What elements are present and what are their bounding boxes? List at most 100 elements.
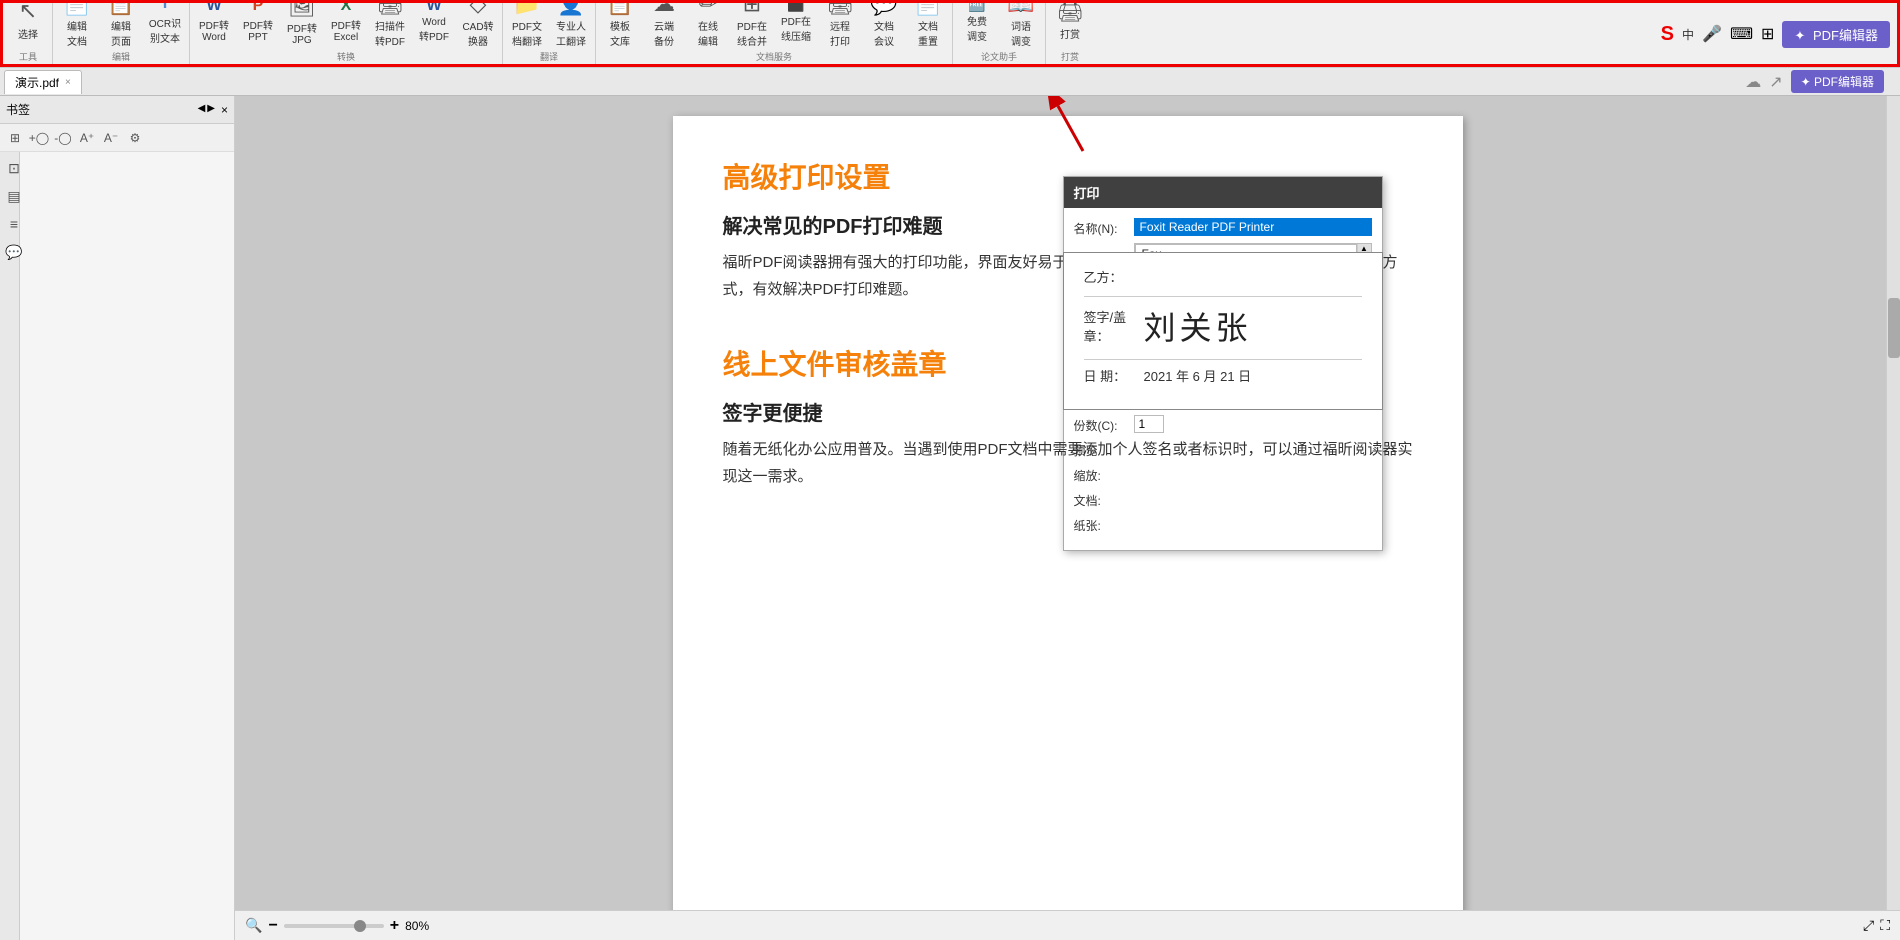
sig-sign-label: 签字/盖章： bbox=[1084, 307, 1144, 345]
section-tools-label: 工具 bbox=[19, 50, 37, 64]
signature-date-row: 日 期： 2021 年 6 月 21 日 bbox=[1084, 366, 1362, 385]
toolbar-section-reward: 🖨 打赏 打赏 bbox=[1046, 2, 1094, 66]
toolbar-section-edit: 📄 编辑文档 📋 编辑页面 T OCR识别文本 编辑 bbox=[53, 2, 190, 66]
tabbar-cloud-icon[interactable]: ☁ bbox=[1745, 72, 1761, 92]
toolbar-remote-print[interactable]: 🖨 远程打印 bbox=[818, 0, 862, 50]
content-scrollbar[interactable] bbox=[1886, 96, 1900, 940]
pdf-compress-icon: ⬛ bbox=[787, 0, 804, 12]
word-to-pdf-icon: W bbox=[426, 0, 441, 16]
bookmark-add-btn[interactable]: +◯ bbox=[28, 127, 50, 149]
left-panel-body: ⊡ ▤ ≡ 💬 bbox=[0, 152, 234, 940]
template-label: 模板文库 bbox=[610, 18, 630, 48]
signature-sign-row: 签字/盖章： 刘关张 bbox=[1084, 303, 1362, 349]
select-icon: ↖ bbox=[19, 0, 37, 25]
zoom-controls: 🔍 − + 80% bbox=[245, 917, 429, 935]
toolbar-pdf-translate[interactable]: 📁 PDF文档翻译 bbox=[505, 0, 549, 50]
toolbar-pdf-to-excel[interactable]: X PDF转Excel bbox=[324, 0, 368, 50]
bookmark-remove-btn[interactable]: -◯ bbox=[52, 127, 74, 149]
pdf-compress-label: PDF在线压缩 bbox=[781, 13, 811, 43]
print-paper-row: 纸张: bbox=[1074, 515, 1372, 534]
toolbar-doc-meeting[interactable]: 💬 文档会议 bbox=[862, 0, 906, 50]
free-label: 免费调变 bbox=[967, 13, 987, 43]
zoom-icon: 🔍 bbox=[245, 917, 262, 934]
toolbar-query[interactable]: 📖 词语调变 bbox=[999, 0, 1043, 50]
zoom-plus-btn[interactable]: + bbox=[390, 917, 399, 935]
tab-name: 演示.pdf bbox=[15, 74, 59, 91]
print-name-value: Foxit Reader PDF Printer bbox=[1134, 218, 1372, 236]
tabbar-pdf-editor-btn[interactable]: ✦ PDF编辑器 bbox=[1791, 70, 1884, 93]
toolbar-edit-file[interactable]: 📄 编辑文档 bbox=[55, 0, 99, 50]
pdf-to-ppt-icon: P bbox=[253, 0, 264, 16]
toolbar-pdf-to-word[interactable]: W PDF转Word bbox=[192, 0, 236, 50]
bookmark-shrink-btn[interactable]: A⁻ bbox=[100, 127, 122, 149]
tabbar-share-icon[interactable]: ↗ bbox=[1769, 72, 1782, 92]
bookmark-settings-btn[interactable]: ⚙ bbox=[124, 127, 146, 149]
toolbar-pdf-merge[interactable]: ⊞ PDF在线合并 bbox=[730, 0, 774, 50]
remote-print-label: 远程打印 bbox=[830, 18, 850, 48]
nav-prev-btn[interactable]: ◀ bbox=[198, 103, 206, 117]
scan-to-pdf-label: 扫描件转PDF bbox=[375, 18, 405, 48]
left-sidebar-icons: ⊡ ▤ ≡ 💬 bbox=[0, 152, 20, 940]
word-to-pdf-label: Word转PDF bbox=[419, 17, 449, 43]
toolbar-word-to-pdf[interactable]: W Word转PDF bbox=[412, 0, 456, 50]
toolbar-template[interactable]: 📋 模板文库 bbox=[598, 0, 642, 50]
sohu-logo: S bbox=[1661, 23, 1674, 46]
section-edit-label: 编辑 bbox=[112, 50, 130, 64]
toolbar-professional-translate[interactable]: 👤 专业人工翻译 bbox=[549, 0, 593, 50]
toolbar-section-docservice: 📋 模板文库 ☁ 云端备份 ✏ 在线编辑 ⊞ PDF在线合并 ⬛ PDF在线压缩… bbox=[596, 2, 953, 66]
fullscreen-btn[interactable]: ⛶ bbox=[1880, 917, 1890, 934]
keyboard-icon[interactable]: ⌨ bbox=[1730, 24, 1753, 44]
grid-icon[interactable]: ⊞ bbox=[1761, 24, 1774, 44]
toolbar-pdf-to-jpg[interactable]: 🖼 PDF转JPG bbox=[280, 0, 324, 50]
professional-translate-label: 专业人工翻译 bbox=[556, 18, 586, 48]
doc-check-icon: 📄 bbox=[914, 0, 941, 17]
bookmark-expand2-btn[interactable]: A⁺ bbox=[76, 127, 98, 149]
toolbar-select-tool[interactable]: ↖ 选择 bbox=[6, 0, 50, 50]
scan-to-pdf-icon: 🖨 bbox=[376, 0, 404, 17]
query-icon: 📖 bbox=[1007, 0, 1034, 17]
toolbar-free[interactable]: 🆓 免费调变 bbox=[955, 0, 999, 50]
toolbar: ↖ 选择 工具 📄 编辑文档 📋 编辑页面 T OCR识别文本 编辑 bbox=[0, 0, 1900, 68]
panel-close-btn[interactable]: × bbox=[221, 103, 228, 117]
tab-close-btn[interactable]: × bbox=[65, 77, 71, 88]
section-convert-label: 转换 bbox=[337, 50, 355, 64]
toolbar-section-tools: ↖ 选择 工具 bbox=[4, 2, 53, 66]
zoom-slider[interactable] bbox=[284, 924, 384, 928]
toolbar-pdf-compress[interactable]: ⬛ PDF在线压缩 bbox=[774, 0, 818, 50]
pdf-tab[interactable]: 演示.pdf × bbox=[4, 70, 82, 94]
sig-date-value: 2021 年 6 月 21 日 bbox=[1144, 366, 1252, 385]
edit-file-label: 编辑文档 bbox=[67, 18, 87, 48]
toolbar-doc-check[interactable]: 📄 文档重置 bbox=[906, 0, 950, 50]
free-icon: 🆓 bbox=[968, 0, 985, 12]
pdf-translate-icon: 📁 bbox=[513, 0, 540, 17]
pdf-merge-label: PDF在线合并 bbox=[737, 18, 767, 48]
pdf-to-word-label: PDF转Word bbox=[199, 17, 229, 43]
mic-icon[interactable]: 🎤 bbox=[1702, 24, 1722, 44]
fit-width-btn[interactable]: ⤢ bbox=[1863, 917, 1874, 934]
cad-to-pdf-label: CAD转换器 bbox=[462, 18, 493, 48]
chinese-label: 中 bbox=[1682, 26, 1694, 43]
bookmark-expand-btn[interactable]: ⊞ bbox=[4, 127, 26, 149]
toolbar-scan-to-pdf[interactable]: 🖨 扫描件转PDF bbox=[368, 0, 412, 50]
toolbar-cad-to-pdf[interactable]: ◇ CAD转换器 bbox=[456, 0, 500, 50]
edit-page-label: 编辑页面 bbox=[111, 18, 131, 48]
section-translate-label: 翻译 bbox=[540, 50, 558, 64]
section-stamp: 线上文件审核盖章 签字更便捷 随着无纸化办公应用普及。当遇到使用PDF文档中需要… bbox=[723, 343, 1413, 490]
toolbar-reward[interactable]: 🖨 打赏 bbox=[1048, 0, 1092, 50]
left-panel-toolbar: ⊞ +◯ -◯ A⁺ A⁻ ⚙ bbox=[0, 124, 234, 152]
sig-divider2 bbox=[1084, 359, 1362, 360]
toolbar-edit-page[interactable]: 📋 编辑页面 bbox=[99, 0, 143, 50]
pdf-editor-button[interactable]: ✦ PDF编辑器 bbox=[1782, 21, 1890, 48]
cloud-backup-label: 云端备份 bbox=[654, 18, 674, 48]
sig-party-label: 乙方： bbox=[1084, 267, 1144, 286]
toolbar-cloud-backup[interactable]: ☁ 云端备份 bbox=[642, 0, 686, 50]
toolbar-online-edit[interactable]: ✏ 在线编辑 bbox=[686, 0, 730, 50]
nav-next-btn[interactable]: ▶ bbox=[207, 103, 215, 117]
toolbar-ocr[interactable]: T OCR识别文本 bbox=[143, 0, 187, 50]
reward-icon: 🖨 bbox=[1056, 0, 1084, 25]
zoom-minus-btn[interactable]: − bbox=[268, 917, 277, 935]
edit-file-icon: 📄 bbox=[63, 0, 90, 17]
red-arrow-svg bbox=[1028, 96, 1108, 156]
print-name-selected[interactable]: Foxit Reader PDF Printer bbox=[1134, 218, 1372, 236]
toolbar-pdf-to-ppt[interactable]: P PDF转PPT bbox=[236, 0, 280, 50]
